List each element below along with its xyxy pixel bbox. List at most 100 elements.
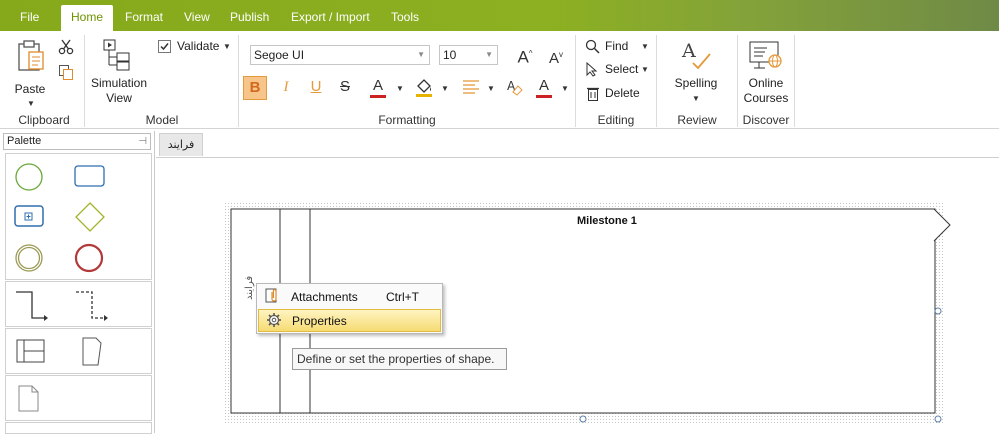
tab-format[interactable]: Format	[115, 5, 173, 31]
strikethrough-icon[interactable]: S	[334, 76, 356, 98]
palette-panel: Palette ⊣	[0, 131, 155, 434]
pool-icon[interactable]	[16, 339, 46, 365]
delete-button[interactable]: Delete	[585, 85, 645, 103]
select-button[interactable]: Select ▼	[585, 61, 653, 79]
menu-label: Properties	[292, 314, 347, 328]
palette-header[interactable]: Palette ⊣	[3, 133, 151, 150]
chevron-down-icon[interactable]: ▼	[561, 84, 569, 93]
chevron-down-icon: ▼	[223, 42, 231, 51]
paste-button[interactable]: Paste ▼	[12, 37, 48, 108]
bold-icon[interactable]: B	[243, 76, 267, 100]
text-color-swatch	[536, 95, 552, 98]
tab-home[interactable]: Home	[61, 5, 114, 31]
find-button[interactable]: Find ▼	[585, 38, 653, 56]
task-icon[interactable]	[74, 165, 106, 189]
checkbox-checked-icon	[158, 40, 171, 53]
chevron-down-icon: ▼	[485, 50, 493, 59]
menu-shortcut: Ctrl+T	[386, 290, 419, 304]
simulation-label-line2: View	[106, 91, 132, 105]
resize-handle[interactable]	[934, 415, 942, 423]
shrink-font-icon[interactable]: Av	[545, 44, 567, 67]
milestone-label: Milestone 1	[577, 215, 637, 227]
gateway-icon[interactable]	[74, 202, 106, 232]
palette-section-flows	[5, 281, 152, 327]
editing-group-label: Editing	[597, 113, 635, 127]
chevron-down-icon: ▼	[692, 94, 700, 103]
spelling-icon: A	[681, 40, 711, 70]
group-divider	[84, 35, 85, 127]
tab-export-import[interactable]: Export / Import	[281, 5, 380, 31]
cursor-icon	[586, 62, 598, 77]
menu-label: Attachments	[291, 290, 358, 304]
review-group-label: Review	[677, 113, 717, 127]
chevron-down-icon: ▼	[417, 50, 425, 59]
start-event-icon[interactable]	[14, 162, 44, 192]
tab-publish[interactable]: Publish	[220, 5, 279, 31]
subprocess-icon[interactable]	[14, 205, 46, 229]
simulation-label-line1: Simulation	[90, 76, 148, 90]
group-divider	[737, 35, 738, 127]
palette-section-artifacts	[5, 375, 152, 421]
palette-title: Palette	[7, 135, 42, 147]
chevron-down-icon[interactable]: ▼	[396, 84, 404, 93]
chevron-down-icon[interactable]: ▼	[487, 84, 495, 93]
resize-handle[interactable]	[579, 415, 587, 423]
grow-font-icon[interactable]: A^	[514, 43, 536, 67]
tab-file[interactable]: File	[10, 5, 49, 31]
palette-section-pools	[5, 328, 152, 374]
paste-label: Paste	[14, 82, 46, 96]
document-tab-bar: فرایند	[156, 131, 999, 158]
document-tab[interactable]: فرایند	[159, 133, 203, 156]
palette-section-events	[5, 153, 152, 280]
fill-color-icon[interactable]	[415, 78, 433, 98]
chevron-down-icon: ▼	[641, 42, 649, 51]
ribbon: Paste ▼ Clipboard Simulation View Valida…	[0, 31, 999, 129]
group-divider	[238, 35, 239, 127]
select-label: Select	[605, 62, 639, 76]
validate-label: Validate	[177, 39, 220, 53]
simulation-view-button[interactable]: Simulation View	[89, 37, 149, 107]
spelling-button[interactable]: A Spelling ▼	[667, 37, 725, 107]
align-icon[interactable]	[462, 79, 480, 95]
trash-icon	[587, 87, 599, 101]
font-size-select[interactable]: 10 ▼	[439, 45, 498, 65]
menu-item-properties[interactable]: Properties	[258, 309, 441, 332]
clear-format-icon[interactable]: A	[505, 78, 523, 96]
validate-button[interactable]: Validate ▼	[158, 39, 233, 57]
gear-icon	[267, 313, 281, 327]
data-object-icon[interactable]	[80, 337, 104, 367]
font-size-value: 10	[443, 48, 457, 62]
end-event-icon[interactable]	[74, 243, 104, 273]
delete-label: Delete	[605, 86, 640, 100]
online-courses-button[interactable]: Online Courses	[741, 37, 791, 107]
document-icon[interactable]	[18, 385, 40, 413]
menu-item-attachments[interactable]: Attachments Ctrl+T	[258, 285, 441, 308]
clipboard-group-label: Clipboard	[18, 113, 70, 127]
group-divider	[575, 35, 576, 127]
spelling-label: Spelling	[674, 76, 718, 90]
resize-handle[interactable]	[934, 307, 942, 315]
sequence-flow-icon[interactable]	[14, 290, 48, 322]
message-flow-icon[interactable]	[74, 290, 108, 322]
text-color-icon[interactable]: A	[533, 75, 555, 97]
underline-icon[interactable]: U	[305, 76, 327, 98]
chevron-down-icon: ▼	[27, 99, 35, 108]
find-label: Find	[605, 39, 629, 53]
intermediate-event-icon[interactable]	[14, 243, 44, 273]
palette-section-more	[5, 422, 152, 434]
cut-icon[interactable]	[58, 39, 74, 55]
simulation-icon	[103, 39, 130, 71]
context-menu: Attachments Ctrl+T Properties	[256, 283, 443, 334]
font-color-icon[interactable]: A	[367, 75, 389, 97]
tab-tools[interactable]: Tools	[381, 5, 429, 31]
pool-label: فرایند	[244, 275, 255, 300]
pin-icon[interactable]: ⊣	[138, 134, 147, 149]
italic-icon[interactable]: I	[275, 76, 297, 98]
svg-text:A: A	[681, 40, 696, 62]
font-family-select[interactable]: Segoe UI ▼	[250, 45, 430, 65]
copy-icon[interactable]	[58, 64, 74, 80]
paste-icon	[18, 40, 44, 71]
chevron-down-icon[interactable]: ▼	[441, 84, 449, 93]
tab-view[interactable]: View	[174, 5, 220, 31]
ribbon-tab-bar: File Home Format View Publish Export / I…	[0, 0, 999, 31]
